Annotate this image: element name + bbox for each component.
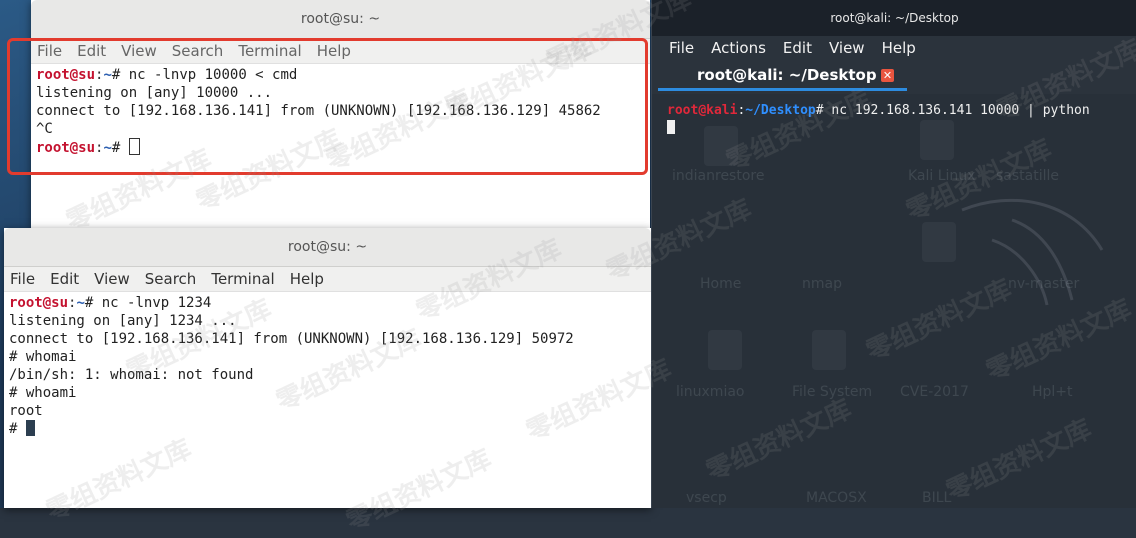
menu-actions[interactable]: Actions [711, 39, 766, 57]
terminal-line: root@su:~# nc -lnvp 1234 [9, 295, 212, 311]
menu-view[interactable]: View [94, 270, 130, 288]
desktop-label: File System [792, 384, 873, 400]
desktop-label: Kali Linux [908, 168, 976, 184]
terminal-output[interactable]: root@su:~# nc -lnvp 1234 listening on [an… [4, 292, 651, 438]
menu-file[interactable]: File [669, 39, 694, 57]
terminal-output[interactable]: root@kali:~/Desktop# nc 192.168.136.141 … [652, 94, 1136, 138]
kali-dragon-logo [961, 198, 1104, 306]
menu-help[interactable]: Help [882, 39, 916, 57]
menu-search[interactable]: Search [145, 270, 197, 288]
desktop-label: CVE-2017 [900, 384, 969, 400]
kali-terminal-window[interactable]: root@kali: ~/Desktop File Actions Edit V… [651, 0, 1136, 508]
menu-bar: File Actions Edit View Help [652, 36, 1136, 60]
terminal-window-bottom[interactable]: root@su: ~ File Edit View Search Termina… [4, 228, 651, 508]
desktop-label: sastatille [996, 168, 1060, 184]
terminal-line: # [9, 420, 651, 438]
window-titlebar[interactable]: root@su: ~ [4, 228, 651, 267]
menu-help[interactable]: Help [290, 270, 324, 288]
menu-edit[interactable]: Edit [783, 39, 812, 57]
window-title: root@su: ~ [287, 239, 368, 255]
close-tab-icon[interactable]: ✕ [881, 69, 894, 82]
desktop-label: nmap [802, 276, 842, 292]
desktop-label: Home [700, 276, 742, 292]
terminal-line: /bin/sh: 1: whomai: not found [9, 367, 254, 383]
desktop-disk-icon [812, 330, 846, 370]
desktop-label: indianrestore [672, 168, 765, 184]
red-highlight-box [7, 38, 648, 175]
terminal-tab[interactable]: root@kali: ~/Desktop [658, 60, 907, 91]
desktop-label: linuxmiao [676, 384, 745, 400]
menu-terminal[interactable]: Terminal [211, 270, 274, 288]
text-cursor [25, 420, 35, 436]
desktop-label: Hpl+t [1032, 384, 1073, 400]
tab-label: root@kali: ~/Desktop [697, 66, 877, 84]
window-title: root@su: ~ [300, 11, 381, 27]
menu-bar: File Edit View Search Terminal Help [4, 267, 651, 292]
text-cursor [667, 120, 675, 134]
tab-bar: root@kali: ~/Desktop ✕ [652, 60, 1136, 94]
desktop-label: BILL [922, 490, 952, 506]
terminal-line: # whoami [9, 385, 77, 401]
desktop-label: vsecp [686, 490, 727, 506]
menu-edit[interactable]: Edit [50, 270, 79, 288]
window-titlebar[interactable]: root@su: ~ [31, 0, 650, 39]
window-titlebar[interactable]: root@kali: ~/Desktop [652, 0, 1136, 36]
terminal-line: listening on [any] 1234 ... [9, 313, 237, 329]
desktop-label: MACOSX [806, 490, 867, 506]
menu-view[interactable]: View [829, 39, 865, 57]
terminal-line: root [9, 403, 43, 419]
desktop-file-icon [708, 330, 742, 370]
terminal-line: # whomai [9, 349, 77, 365]
terminal-line: connect to [192.168.136.141] from (UNKNO… [9, 331, 574, 347]
menu-file[interactable]: File [10, 270, 35, 288]
window-title: root@kali: ~/Desktop [830, 11, 959, 25]
terminal-line: root@kali:~/Desktop# nc 192.168.136.141 … [667, 103, 1090, 118]
desktop-file-icon [922, 222, 956, 262]
